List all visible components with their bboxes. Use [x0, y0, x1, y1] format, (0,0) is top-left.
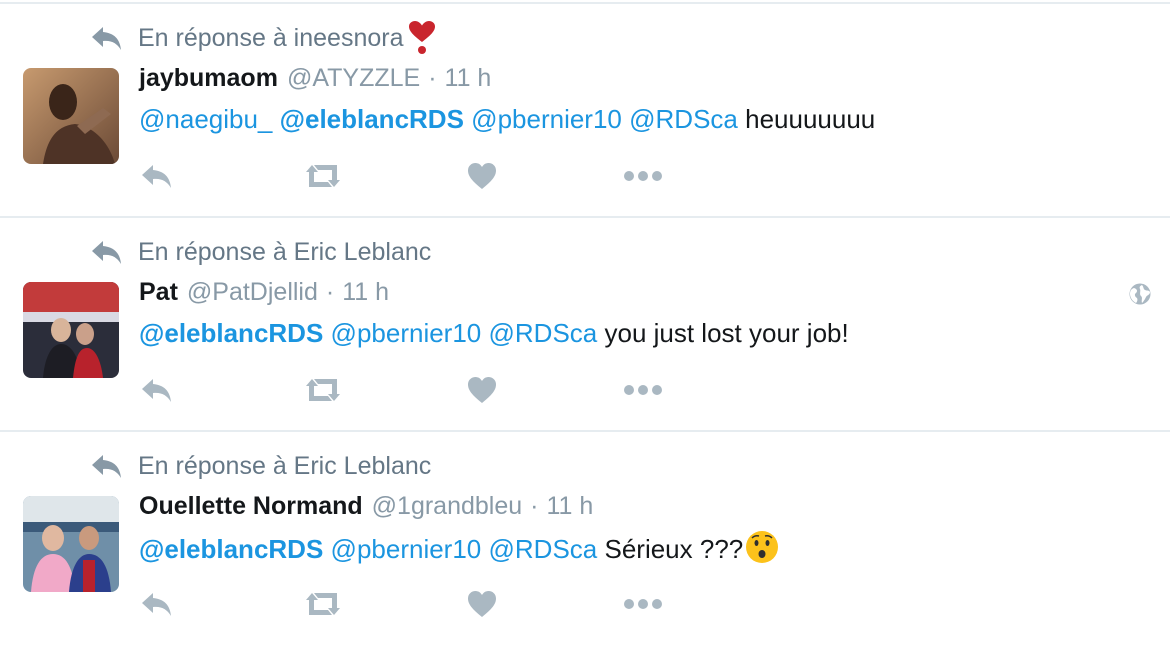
more-icon	[624, 599, 662, 609]
action-bar	[139, 586, 699, 622]
tweet-body-text: heuuuuuuu	[745, 104, 876, 134]
like-icon	[468, 163, 496, 189]
reply-context-prefix: En réponse à	[138, 237, 287, 266]
mention-link[interactable]: @pbernier10	[331, 318, 482, 348]
tweet-body-text: Sérieux ???	[604, 534, 744, 564]
like-button[interactable]	[467, 586, 497, 622]
tweet-header: Pat @PatDjellid · 11 h	[139, 278, 389, 314]
mention-link[interactable]: @pbernier10	[331, 534, 482, 564]
action-bar	[139, 158, 699, 194]
timestamp[interactable]: 11 h	[445, 64, 492, 93]
more-icon	[624, 171, 662, 181]
avatar[interactable]	[23, 282, 119, 378]
separator-dot: ·	[428, 64, 437, 92]
timestamp[interactable]: 11 h	[546, 492, 593, 521]
avatar[interactable]	[23, 496, 119, 592]
mention-link[interactable]: @naegibu_	[139, 104, 272, 134]
retweet-icon	[306, 593, 340, 615]
author-name[interactable]: Pat	[139, 278, 178, 307]
reply-icon	[142, 165, 171, 188]
mention-link[interactable]: @eleblancRDS	[139, 534, 323, 564]
like-button[interactable]	[467, 372, 497, 408]
hushed-face-icon	[746, 531, 779, 563]
author-handle[interactable]: @ATYZZLE	[287, 64, 420, 93]
reply-context-target[interactable]: Eric Leblanc	[294, 238, 432, 267]
mention-link[interactable]: @eleblancRDS	[280, 104, 464, 134]
like-icon	[468, 377, 496, 403]
reply-context-icon	[92, 455, 121, 478]
mention-link[interactable]: @RDSca	[489, 318, 598, 348]
more-button[interactable]	[623, 586, 663, 622]
retweet-button[interactable]	[302, 586, 344, 622]
separator-dot: ·	[325, 278, 335, 306]
more-button[interactable]	[623, 372, 663, 408]
author-name[interactable]: Ouellette Normand	[139, 492, 363, 521]
retweet-icon	[306, 379, 340, 401]
avatar[interactable]	[23, 68, 119, 164]
separator-dot: ·	[530, 492, 539, 520]
tweet-text: @eleblancRDS @pbernier10 @RDSca Sérieux …	[139, 530, 779, 566]
reply-context-target[interactable]: Eric Leblanc	[294, 452, 432, 481]
author-handle[interactable]: @1grandbleu	[372, 492, 523, 521]
mention-link[interactable]: @RDSca	[629, 104, 738, 134]
timestamp[interactable]: 11 h	[342, 278, 389, 307]
author-name[interactable]: jaybumaom	[139, 64, 278, 93]
reply-context-icon	[92, 241, 121, 264]
more-icon	[624, 385, 662, 395]
tweet-header: Ouellette Normand @1grandbleu · 11 h	[139, 492, 593, 528]
action-bar	[139, 372, 699, 408]
reply-context-target[interactable]: ineesnora	[294, 24, 404, 53]
author-handle[interactable]: @PatDjellid	[187, 278, 318, 307]
tweet-body-text: you just lost your job!	[604, 318, 849, 348]
reply-icon	[142, 379, 171, 402]
mention-link[interactable]: @eleblancRDS	[139, 318, 323, 348]
reply-context: En réponse à ineesnora	[90, 20, 437, 56]
mention-link[interactable]: @pbernier10	[471, 104, 622, 134]
retweet-button[interactable]	[302, 158, 344, 194]
like-button[interactable]	[467, 158, 497, 194]
globe-icon	[1129, 283, 1151, 305]
reply-context: En réponse à Eric Leblanc	[90, 234, 431, 270]
retweet-button[interactable]	[302, 372, 344, 408]
tweet-text: @eleblancRDS @pbernier10 @RDSca you just…	[139, 316, 849, 350]
tweet[interactable]: En réponse à Eric Leblanc Pat @PatDjelli…	[0, 218, 1170, 432]
retweet-icon	[306, 165, 340, 187]
reply-button[interactable]	[139, 158, 175, 194]
more-button[interactable]	[623, 158, 663, 194]
reply-button[interactable]	[139, 372, 175, 408]
reply-context-prefix: En réponse à	[138, 23, 287, 52]
mention-link[interactable]: @RDSca	[489, 534, 598, 564]
reply-context: En réponse à Eric Leblanc	[90, 448, 431, 484]
reply-button[interactable]	[139, 586, 175, 622]
reply-context-prefix: En réponse à	[138, 451, 287, 480]
reply-icon	[142, 593, 171, 616]
tweet-header: jaybumaom @ATYZZLE · 11 h	[139, 64, 491, 100]
reply-context-icon	[92, 27, 121, 50]
tweet-text: @naegibu_ @eleblancRDS @pbernier10 @RDSc…	[139, 102, 875, 136]
tweet[interactable]: En réponse à ineesnora jaybumaom @ATYZZL…	[0, 4, 1170, 218]
heavy-heart-exclamation-icon	[409, 21, 436, 54]
tweet[interactable]: En réponse à Eric Leblanc Ouellette Norm…	[0, 432, 1170, 646]
like-icon	[468, 591, 496, 617]
